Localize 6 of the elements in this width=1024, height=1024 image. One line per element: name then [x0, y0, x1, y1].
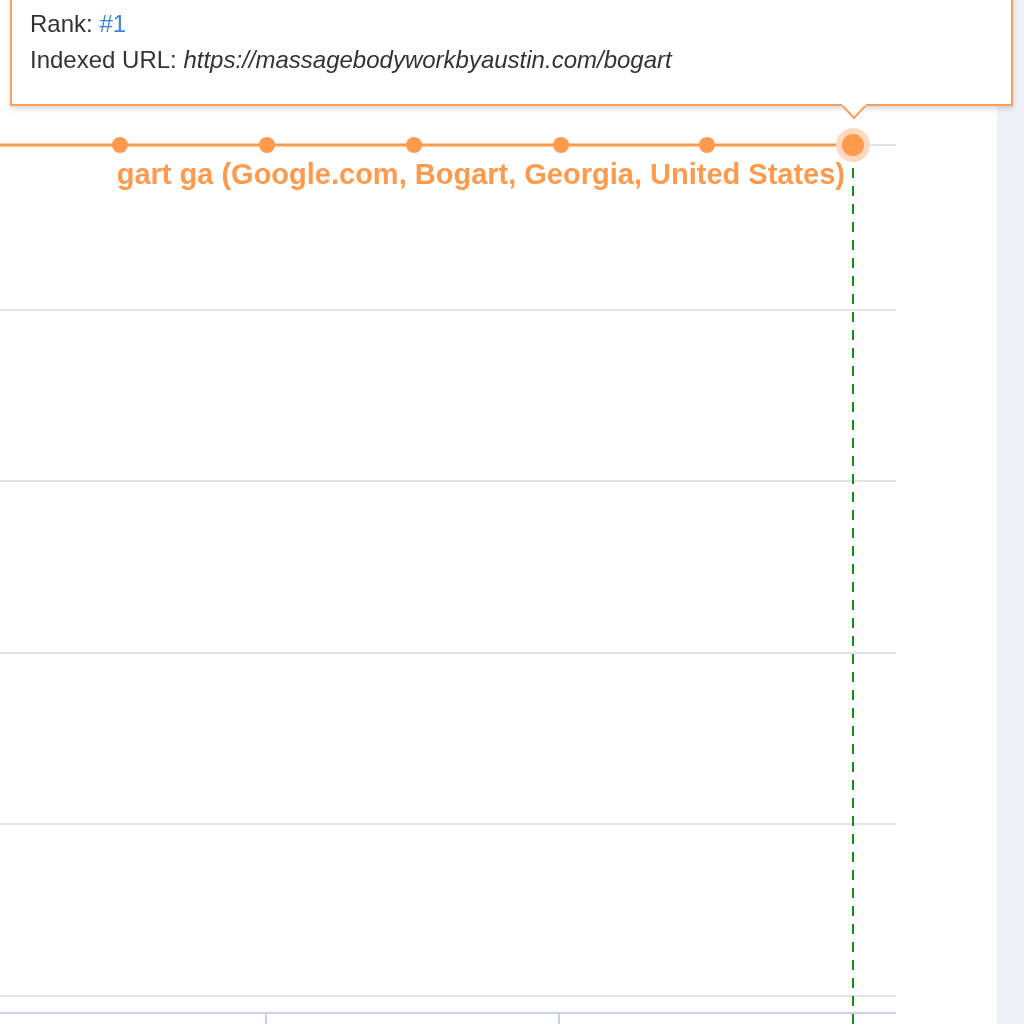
rank-label: Rank: — [30, 10, 93, 37]
highlighted-point[interactable] — [836, 128, 870, 162]
series-label: gart ga (Google.com, Bogart, Georgia, United States) — [116, 158, 845, 190]
url-value: https://massagebodyworkbyaustin.com/bogart — [183, 46, 672, 73]
rank-value: #1 — [99, 10, 127, 37]
url-label: Indexed URL: — [30, 46, 177, 73]
